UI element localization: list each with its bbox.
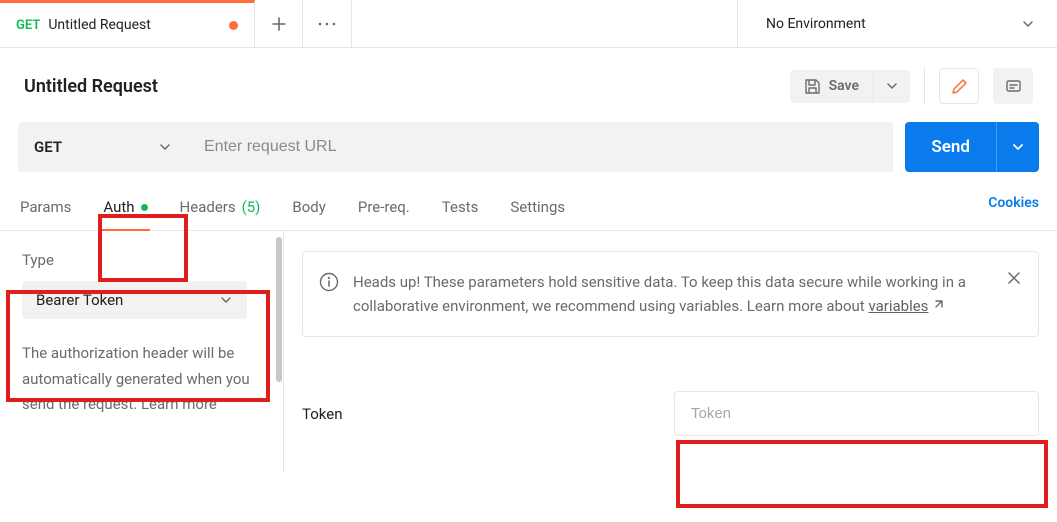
chevron-down-icon: [1021, 17, 1035, 31]
close-icon: [1006, 270, 1022, 286]
env-label: No Environment: [766, 16, 866, 32]
auth-sidebar: Type Bearer Token The authorization head…: [0, 231, 284, 473]
token-label: Token: [302, 405, 674, 423]
tab-title: Untitled Request: [48, 17, 151, 33]
top-bar: GET Untitled Request No Environment: [0, 0, 1057, 48]
pencil-icon: [951, 78, 968, 95]
external-link-icon: [932, 299, 944, 311]
type-label: Type: [22, 251, 261, 269]
tab-tests[interactable]: Tests: [440, 190, 481, 230]
header-row: Untitled Request Save: [0, 48, 1057, 122]
tab-body[interactable]: Body: [290, 190, 327, 230]
info-banner: Heads up! These parameters hold sensitiv…: [302, 251, 1039, 337]
send-button[interactable]: Send: [905, 122, 996, 172]
ellipsis-icon: [317, 21, 337, 27]
scrollbar[interactable]: [276, 237, 282, 382]
save-label: Save: [829, 78, 859, 94]
chevron-down-icon: [1011, 140, 1025, 154]
tab-params[interactable]: Params: [18, 190, 73, 230]
request-tab[interactable]: GET Untitled Request: [0, 0, 255, 47]
tab-auth[interactable]: Auth: [101, 190, 149, 230]
auth-main: Heads up! These parameters hold sensitiv…: [284, 231, 1057, 473]
unsaved-dot-icon: [229, 21, 238, 30]
tab-method: GET: [16, 18, 40, 33]
tab-label: Params: [20, 198, 71, 216]
banner-close-button[interactable]: [1006, 270, 1022, 286]
save-button-group: Save: [790, 70, 910, 103]
save-button[interactable]: Save: [790, 70, 873, 103]
tab-label: Tests: [442, 198, 479, 216]
cookies-link[interactable]: Cookies: [988, 195, 1039, 225]
url-row: GET Send: [0, 122, 1057, 180]
tab-label: Body: [292, 198, 325, 216]
comment-button[interactable]: [993, 68, 1033, 104]
type-value: Bearer Token: [36, 291, 123, 309]
tab-settings[interactable]: Settings: [508, 190, 567, 230]
new-tab-button[interactable]: [255, 0, 303, 47]
chevron-down-icon: [158, 140, 172, 154]
edit-button[interactable]: [939, 68, 979, 104]
comment-icon: [1005, 78, 1022, 95]
content-area: Type Bearer Token The authorization head…: [0, 231, 1057, 473]
save-dropdown-button[interactable]: [873, 70, 910, 103]
header-actions: Save: [790, 68, 1033, 104]
chevron-down-icon: [886, 80, 898, 92]
banner-text: Heads up! These parameters hold sensitiv…: [353, 270, 992, 318]
plus-icon: [271, 16, 287, 32]
url-input[interactable]: [188, 122, 893, 172]
page-title: Untitled Request: [24, 76, 158, 97]
auth-type-select[interactable]: Bearer Token: [22, 281, 247, 319]
divider: [924, 68, 925, 104]
auth-active-dot-icon: [141, 204, 148, 211]
tab-label: Settings: [510, 198, 565, 216]
headers-count: (5): [242, 198, 261, 216]
token-row: Token: [302, 391, 1039, 436]
method-select[interactable]: GET: [18, 122, 188, 172]
environment-selector[interactable]: No Environment: [737, 0, 1057, 47]
tab-label: Pre-req.: [358, 198, 410, 216]
request-tabs: Params Auth Headers (5) Body Pre-req. Te…: [0, 180, 1057, 231]
save-icon: [804, 78, 821, 95]
send-dropdown-button[interactable]: [996, 122, 1039, 172]
send-button-group: Send: [905, 122, 1039, 172]
chevron-down-icon: [219, 293, 233, 307]
cookies-label: Cookies: [988, 195, 1039, 211]
info-icon: [319, 272, 339, 292]
tab-actions: [255, 0, 352, 47]
variables-link-label: variables: [868, 297, 928, 315]
auth-description: The authorization header will be automat…: [22, 341, 261, 418]
send-label: Send: [931, 137, 970, 157]
token-input[interactable]: [674, 391, 1039, 436]
variables-link[interactable]: variables: [868, 297, 928, 315]
method-value: GET: [34, 138, 62, 156]
tab-prereq[interactable]: Pre-req.: [356, 190, 412, 230]
tab-label: Auth: [103, 198, 134, 216]
more-tabs-button[interactable]: [303, 0, 351, 47]
tab-headers[interactable]: Headers (5): [178, 190, 263, 230]
tab-label: Headers: [180, 198, 236, 216]
